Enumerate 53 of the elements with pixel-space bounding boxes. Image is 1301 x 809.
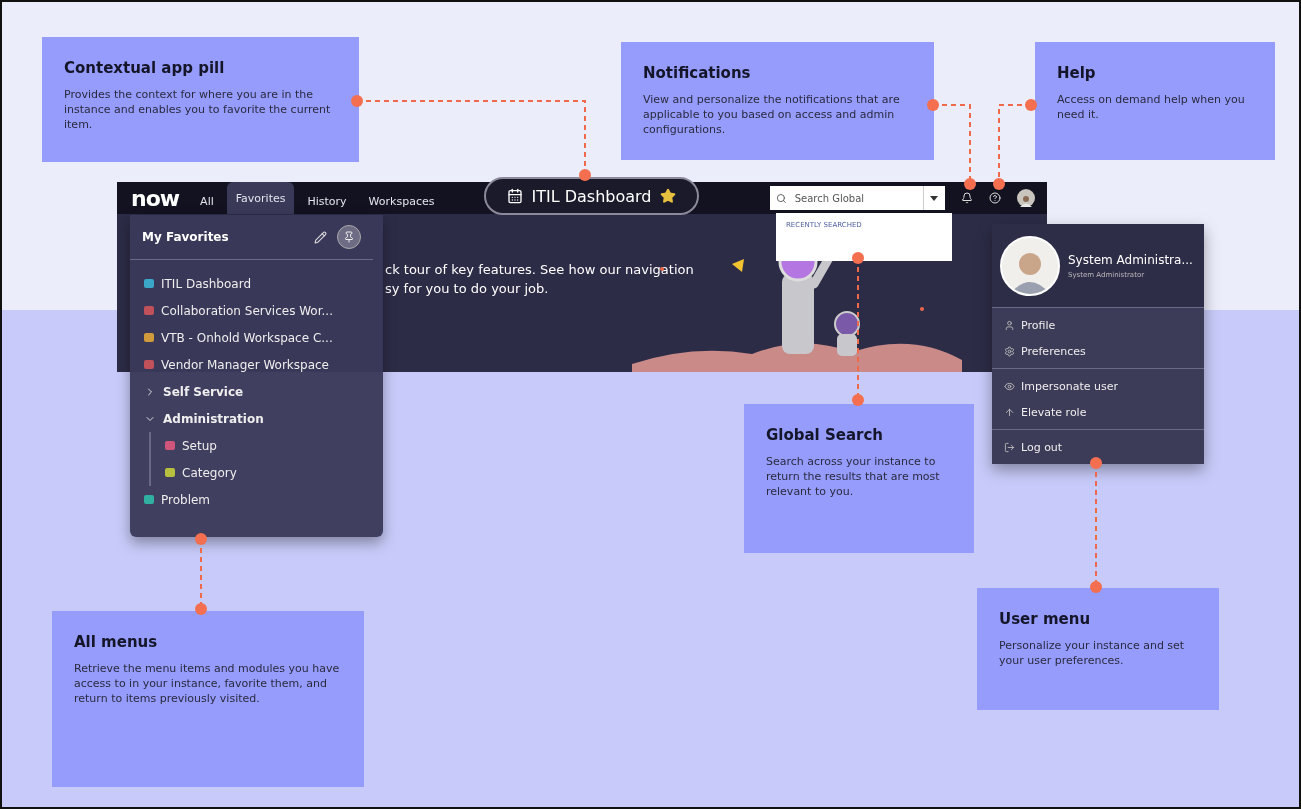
callout-text: View and personalize the notifications that are applicable to you based on access and admin configurations. [643, 92, 901, 137]
logo[interactable]: now [131, 185, 180, 211]
menu-group[interactable]: Self Service [130, 378, 383, 405]
menu-group[interactable]: Administration [130, 405, 383, 432]
pin-button[interactable] [337, 225, 361, 249]
callout-title: Global Search [766, 426, 885, 444]
menu-title: My Favorites [142, 230, 230, 244]
nav-tab[interactable]: Workspaces [359, 188, 444, 214]
callout-title: All menus [74, 633, 159, 651]
arrow-up-icon [1004, 406, 1015, 418]
favorite-item[interactable]: Collaboration Services Wor... [130, 297, 383, 324]
logout-icon [1004, 441, 1015, 453]
banner-text: sy for you to do your job. [385, 280, 550, 298]
app-pill-title: ITIL Dashboard [531, 186, 652, 206]
dashboard-icon [507, 188, 524, 204]
favorite-item[interactable]: Setup [151, 432, 383, 459]
callout-text: Search across your instance to return the results that are most relevant to you. [766, 454, 941, 499]
callout-text: Personalize your instance and set your user preferences. [999, 638, 1186, 668]
favorite-item[interactable]: Problem [130, 486, 383, 513]
nav-tab[interactable]: All [191, 188, 223, 214]
person-icon [1004, 319, 1015, 331]
star-icon[interactable] [659, 188, 676, 204]
favorite-item[interactable]: VTB - Onhold Workspace C... [130, 324, 383, 351]
user-name: System Administra... [1068, 252, 1193, 267]
callout-text: Access on demand help when you need it. [1057, 92, 1246, 122]
favorite-item[interactable]: Category [151, 459, 383, 486]
favorite-item[interactable]: ITIL Dashboard [130, 270, 383, 297]
user-menu-item[interactable]: Preferences [992, 338, 1204, 364]
callout-title: Contextual app pill [64, 59, 226, 77]
user-menu-item[interactable]: Log out [992, 434, 1204, 460]
callout-title: Notifications [643, 64, 752, 82]
edit-icon[interactable] [314, 230, 327, 244]
eye-icon [1004, 380, 1015, 392]
nav-tab[interactable]: History [298, 188, 356, 214]
callout-text: Retrieve the menu items and modules you have access to in your instance, favorite them, and return to items previously visited. [74, 661, 341, 706]
avatar-icon[interactable] [1017, 189, 1035, 207]
gear-icon [1004, 345, 1015, 357]
user-menu-item[interactable]: Profile [992, 312, 1204, 338]
callout-text: Provides the context for where you are in the instance and enables you to favorite the current item. [64, 87, 332, 132]
search-bar[interactable]: Search Global [770, 186, 945, 210]
help-icon[interactable] [989, 192, 1001, 204]
nav-tab[interactable]: Favorites [226, 182, 295, 214]
callout-title: Help [1057, 64, 1097, 82]
banner-text: ck tour of key features. See how our navigation [385, 261, 695, 279]
pin-icon [343, 231, 355, 243]
user-menu-item[interactable]: Elevate role [992, 399, 1204, 425]
search-input[interactable]: Search Global [792, 191, 917, 205]
notifications-icon[interactable] [961, 192, 973, 204]
callout-title: User menu [999, 610, 1092, 628]
user-menu-item[interactable]: Impersonate user [992, 373, 1204, 399]
app-pill[interactable]: ITIL Dashboard [484, 177, 699, 215]
search-icon [776, 192, 787, 204]
favorite-item[interactable]: Vendor Manager Workspace [130, 351, 383, 378]
